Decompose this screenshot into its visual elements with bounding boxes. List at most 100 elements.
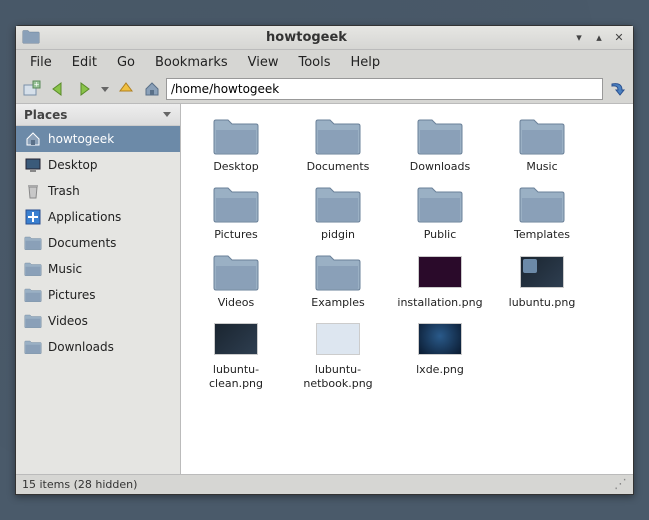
file-label: Music [526,160,557,174]
file-label: lubuntu.png [509,296,576,310]
file-item[interactable]: pidgin [287,184,389,242]
folder-icon [24,312,42,330]
back-button[interactable] [46,77,70,101]
image-thumbnail-icon [518,252,566,292]
icon-grid: Desktop Documents Downloads Music Pictures pi… [185,116,629,401]
menu-view[interactable]: View [238,52,289,73]
sidebar-header-label: Places [24,108,67,122]
path-input[interactable] [166,78,603,100]
sidebar-item[interactable]: Documents [16,230,180,256]
menu-edit[interactable]: Edit [62,52,107,73]
folder-icon [212,184,260,224]
file-label: Videos [218,296,255,310]
sidebar-item-label: Videos [48,314,88,328]
new-tab-button[interactable]: + [20,77,44,101]
file-item[interactable]: Pictures [185,184,287,242]
folder-icon [314,184,362,224]
file-item[interactable]: lubuntu.png [491,252,593,310]
file-item[interactable]: Templates [491,184,593,242]
image-thumbnail-icon [416,252,464,292]
file-label: Templates [514,228,570,242]
trash-icon [24,182,42,200]
go-button[interactable] [605,77,629,101]
file-item[interactable]: lubuntu-netbook.png [287,319,389,391]
close-button[interactable]: ✕ [611,30,627,46]
sidebar-item-label: Downloads [48,340,114,354]
folder-icon [314,116,362,156]
file-item[interactable]: installation.png [389,252,491,310]
toolbar: + [16,74,633,104]
file-label: installation.png [397,296,482,310]
sidebar-item[interactable]: Videos [16,308,180,334]
folder-icon [24,338,42,356]
file-label: pidgin [321,228,355,242]
menu-go[interactable]: Go [107,52,145,73]
file-item[interactable]: Examples [287,252,389,310]
apps-icon [24,208,42,226]
statusbar: 15 items (28 hidden) ⋰ [16,474,633,494]
sidebar-item[interactable]: Applications [16,204,180,230]
resize-grip[interactable]: ⋰ [614,477,627,492]
file-label: Desktop [213,160,258,174]
file-label: Pictures [214,228,258,242]
file-item[interactable]: lubuntu-clean.png [185,319,287,391]
menu-tools[interactable]: Tools [288,52,340,73]
file-item[interactable]: Downloads [389,116,491,174]
forward-button[interactable] [72,77,96,101]
titlebar[interactable]: howtogeek ▾ ▴ ✕ [16,26,633,50]
image-thumbnail-icon [314,319,362,359]
file-label: Examples [311,296,364,310]
home-button[interactable] [140,77,164,101]
folder-icon [314,252,362,292]
history-dropdown-button[interactable] [98,77,112,101]
folder-icon [24,234,42,252]
sidebar-item[interactable]: Pictures [16,282,180,308]
home-icon [24,130,42,148]
sidebar-item-label: howtogeek [48,132,114,146]
file-item[interactable]: Desktop [185,116,287,174]
sidebar-item-label: Desktop [48,158,98,172]
menu-help[interactable]: Help [341,52,391,73]
folder-icon [518,116,566,156]
sidebar-item-label: Pictures [48,288,96,302]
file-item[interactable]: Music [491,116,593,174]
file-item[interactable]: Documents [287,116,389,174]
folder-icon [212,252,260,292]
window-icon [22,29,40,47]
up-button[interactable] [114,77,138,101]
maximize-button[interactable]: ▴ [591,30,607,46]
folder-icon [212,116,260,156]
sidebar-item[interactable]: howtogeek [16,126,180,152]
image-thumbnail-icon [416,319,464,359]
sidebar-item-label: Music [48,262,82,276]
minimize-button[interactable]: ▾ [571,30,587,46]
sidebar-item[interactable]: Trash [16,178,180,204]
folder-icon [416,184,464,224]
menubar: File Edit Go Bookmarks View Tools Help [16,50,633,74]
sidebar-header[interactable]: Places [16,104,180,126]
chevron-down-icon [162,108,172,122]
file-manager-window: howtogeek ▾ ▴ ✕ File Edit Go Bookmarks V… [15,25,634,495]
sidebar-item-label: Documents [48,236,116,250]
sidebar-item[interactable]: Music [16,256,180,282]
file-label: lxde.png [416,363,464,377]
folder-icon [24,260,42,278]
file-item[interactable]: Videos [185,252,287,310]
sidebar-item-label: Applications [48,210,121,224]
folder-icon [518,184,566,224]
main-pane[interactable]: Desktop Documents Downloads Music Pictures pi… [181,104,633,474]
sidebar-item[interactable]: Downloads [16,334,180,360]
image-thumbnail-icon [212,319,260,359]
file-label: Public [424,228,457,242]
file-item[interactable]: lxde.png [389,319,491,391]
sidebar-item[interactable]: Desktop [16,152,180,178]
file-label: Documents [307,160,370,174]
folder-icon [416,116,464,156]
menu-bookmarks[interactable]: Bookmarks [145,52,238,73]
svg-text:+: + [34,80,40,88]
file-item[interactable]: Public [389,184,491,242]
file-label: Downloads [410,160,470,174]
menu-file[interactable]: File [20,52,62,73]
file-label: lubuntu-clean.png [191,363,281,391]
folder-icon [24,286,42,304]
